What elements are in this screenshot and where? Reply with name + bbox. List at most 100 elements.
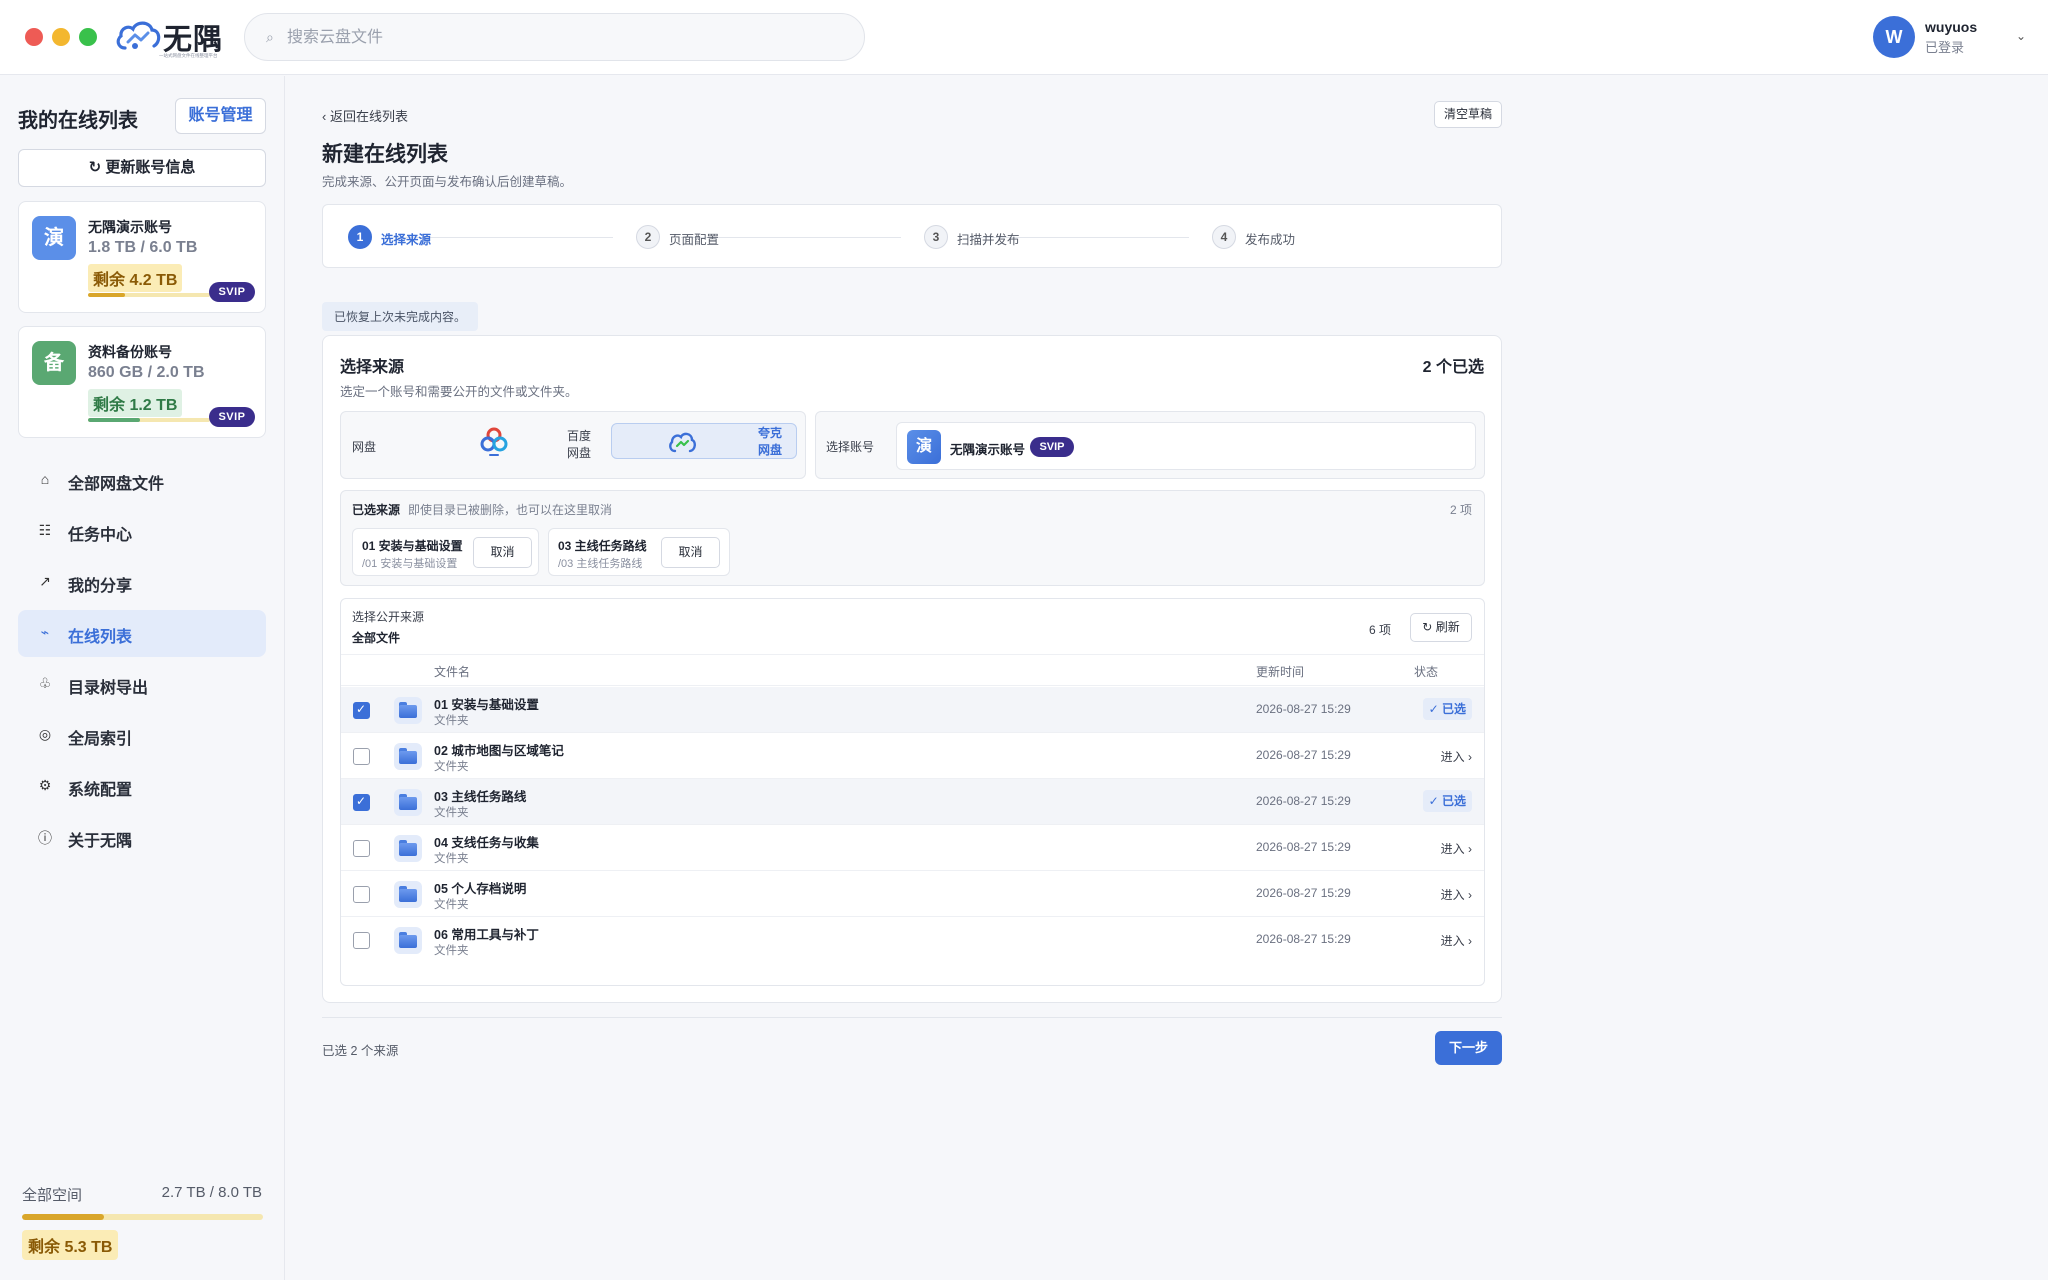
nav-online-list[interactable]: ⌁ 在线列表	[18, 610, 266, 657]
nav-tree-export[interactable]: ♧ 目录树导出	[18, 661, 266, 708]
account-select-label: 选择账号	[826, 440, 875, 454]
nav-my-shares[interactable]: ↗ 我的分享	[18, 559, 266, 606]
quark-netdisk-label: 夸克网盘	[757, 426, 782, 457]
next-step-button[interactable]: 下一步	[1435, 1031, 1502, 1065]
netdisk-selector: 网盘 百度网盘 夸克网盘	[340, 411, 806, 479]
svip-badge: SVIP	[209, 282, 255, 302]
refresh-button[interactable]: ↻ 刷新	[1410, 613, 1472, 642]
nav-label: 在线列表	[68, 629, 133, 646]
chevron-down-icon[interactable]: ⌄	[2016, 29, 2026, 43]
search-bar[interactable]: ⌕	[244, 13, 865, 61]
clear-draft-button[interactable]: 清空草稿	[1434, 101, 1502, 128]
user-menu[interactable]: W wuyuos 已登录 ⌄	[1873, 16, 2033, 60]
nav-system-settings[interactable]: ⚙ 系统配置	[18, 763, 266, 810]
table-row[interactable]: 06 常用工具与补丁 文件夹 2026-08-27 15:29 进入 ›	[341, 917, 1484, 963]
table-row[interactable]: ✓ 03 主线任务路线 文件夹 2026-08-27 15:29 ✓ 已选	[341, 779, 1484, 825]
account-card[interactable]: 演 无隅演示账号 1.8 TB / 6.0 TB 剩余 4.2 TB SVIP	[18, 201, 266, 313]
account-avatar: 备	[32, 341, 76, 385]
row-checkbox[interactable]	[353, 840, 370, 857]
file-time: 2026-08-27 15:29	[1256, 748, 1351, 762]
baidu-netdisk-icon[interactable]	[479, 426, 509, 458]
back-to-list-link[interactable]: ‹ 返回在线列表	[322, 106, 408, 125]
row-checkbox[interactable]	[353, 932, 370, 949]
check-icon: ✓	[356, 794, 367, 808]
top-bar: 无隅 一站式网盘文件在线整理平台 ⌕ W wuyuos 已登录 ⌄	[0, 0, 2048, 75]
table-row[interactable]: 02 城市地图与区域笔记 文件夹 2026-08-27 15:29 进入 ›	[341, 733, 1484, 779]
window-minimize-button[interactable]	[52, 28, 70, 46]
nav-label: 任务中心	[68, 527, 133, 544]
refresh-label: 刷新	[1435, 620, 1460, 634]
netdisk-label: 网盘	[352, 440, 377, 454]
account-usage-bar	[88, 293, 210, 297]
nav-all-files[interactable]: ⌂ 全部网盘文件	[18, 457, 266, 504]
file-name[interactable]: 03 主线任务路线	[434, 786, 526, 805]
nav-task-center[interactable]: ☷ 任务中心	[18, 508, 266, 555]
folder-icon	[394, 881, 422, 908]
baidu-netdisk-option[interactable]: 百度网盘	[567, 428, 597, 462]
account-select-field[interactable]: 演 无隅演示账号 SVIP	[896, 422, 1476, 470]
account-remaining: 剩余 1.2 TB	[88, 389, 183, 417]
stepper: 1 选择来源 2 页面配置 3 扫描并发布 4 发布成功	[322, 204, 1502, 268]
table-row[interactable]: ✓ 01 安装与基础设置 文件夹 2026-08-27 15:29 ✓ 已选	[341, 687, 1484, 733]
search-input[interactable]	[287, 26, 827, 50]
nav-about[interactable]: ⓘ 关于无隅	[18, 814, 266, 861]
account-remaining: 剩余 4.2 TB	[88, 264, 183, 292]
nav-label: 我的分享	[68, 578, 133, 595]
account-usage: 1.8 TB / 6.0 TB	[88, 239, 198, 256]
cancel-selection-button[interactable]: 取消	[473, 537, 532, 568]
row-checkbox[interactable]	[353, 748, 370, 765]
file-type: 文件夹	[434, 807, 469, 819]
step-number: 1	[348, 225, 372, 249]
account-card[interactable]: 备 资料备份账号 860 GB / 2.0 TB 剩余 1.2 TB SVIP	[18, 326, 266, 438]
file-type: 文件夹	[434, 715, 469, 727]
storage-value: 2.7 TB / 8.0 TB	[161, 1184, 262, 1201]
row-checkbox[interactable]: ✓	[353, 794, 370, 811]
folder-icon	[394, 743, 422, 770]
col-status: 状态	[1414, 665, 1439, 679]
home-icon: ⌂	[40, 471, 50, 487]
selected-items-count: 2 项	[1449, 503, 1472, 517]
file-name[interactable]: 04 支线任务与收集	[434, 832, 539, 851]
cancel-selection-button[interactable]: 取消	[661, 537, 720, 568]
account-manage-button[interactable]: 账号管理	[175, 98, 266, 134]
nav-label: 关于无隅	[68, 833, 133, 850]
table-row[interactable]: 04 支线任务与收集 文件夹 2026-08-27 15:29 进入 ›	[341, 825, 1484, 871]
section-title: 选择来源	[340, 359, 405, 376]
enter-folder-link[interactable]: 进入 ›	[1441, 886, 1472, 903]
selected-count: 2 个已选	[1422, 359, 1484, 376]
step-label: 发布成功	[1245, 233, 1296, 247]
login-status: 已登录	[1925, 40, 1965, 55]
file-name[interactable]: 05 个人存档说明	[434, 878, 526, 897]
refresh-icon: ↻	[88, 159, 102, 176]
row-checkbox[interactable]	[353, 886, 370, 903]
file-name[interactable]: 02 城市地图与区域笔记	[434, 740, 564, 759]
chip-name: 01 安装与基础设置	[362, 539, 463, 553]
selected-title: 已选来源	[352, 503, 401, 517]
nav-label: 目录树导出	[68, 680, 149, 697]
file-time: 2026-08-27 15:29	[1256, 886, 1351, 900]
row-checkbox[interactable]: ✓	[353, 702, 370, 719]
file-name[interactable]: 01 安装与基础设置	[434, 694, 539, 713]
enter-folder-link[interactable]: 进入 ›	[1441, 840, 1472, 857]
chip-path: /01 安装与基础设置	[362, 558, 458, 570]
table-row[interactable]: 05 个人存档说明 文件夹 2026-08-27 15:29 进入 ›	[341, 871, 1484, 917]
selected-badge: ✓ 已选	[1422, 698, 1472, 720]
file-name[interactable]: 06 常用工具与补丁	[434, 924, 539, 943]
quark-netdisk-icon	[669, 432, 696, 453]
source-panel: 选择来源 选定一个账号和需要公开的文件或文件夹。 2 个已选 网盘 百度网盘 夸…	[322, 335, 1502, 1003]
enter-folder-link[interactable]: 进入 ›	[1441, 748, 1472, 765]
nav-label: 系统配置	[68, 782, 133, 799]
app-logo[interactable]: 无隅 一站式网盘文件在线整理平台	[115, 14, 233, 60]
window-maximize-button[interactable]	[79, 28, 97, 46]
quark-netdisk-option[interactable]: 夸克网盘	[611, 423, 797, 459]
account-avatar: 演	[907, 430, 941, 464]
refresh-accounts-button[interactable]: ↻ 更新账号信息	[18, 149, 266, 187]
enter-folder-link[interactable]: 进入 ›	[1441, 932, 1472, 949]
check-icon: ✓	[356, 702, 367, 716]
restored-notice: 已恢复上次未完成内容。	[322, 302, 479, 331]
nav-global-index[interactable]: ◎ 全局索引	[18, 712, 266, 759]
divider	[322, 1017, 1502, 1018]
svip-badge: SVIP	[1030, 437, 1074, 457]
app-subtitle: 一站式网盘文件在线整理平台	[159, 53, 218, 59]
window-close-button[interactable]	[25, 28, 43, 46]
